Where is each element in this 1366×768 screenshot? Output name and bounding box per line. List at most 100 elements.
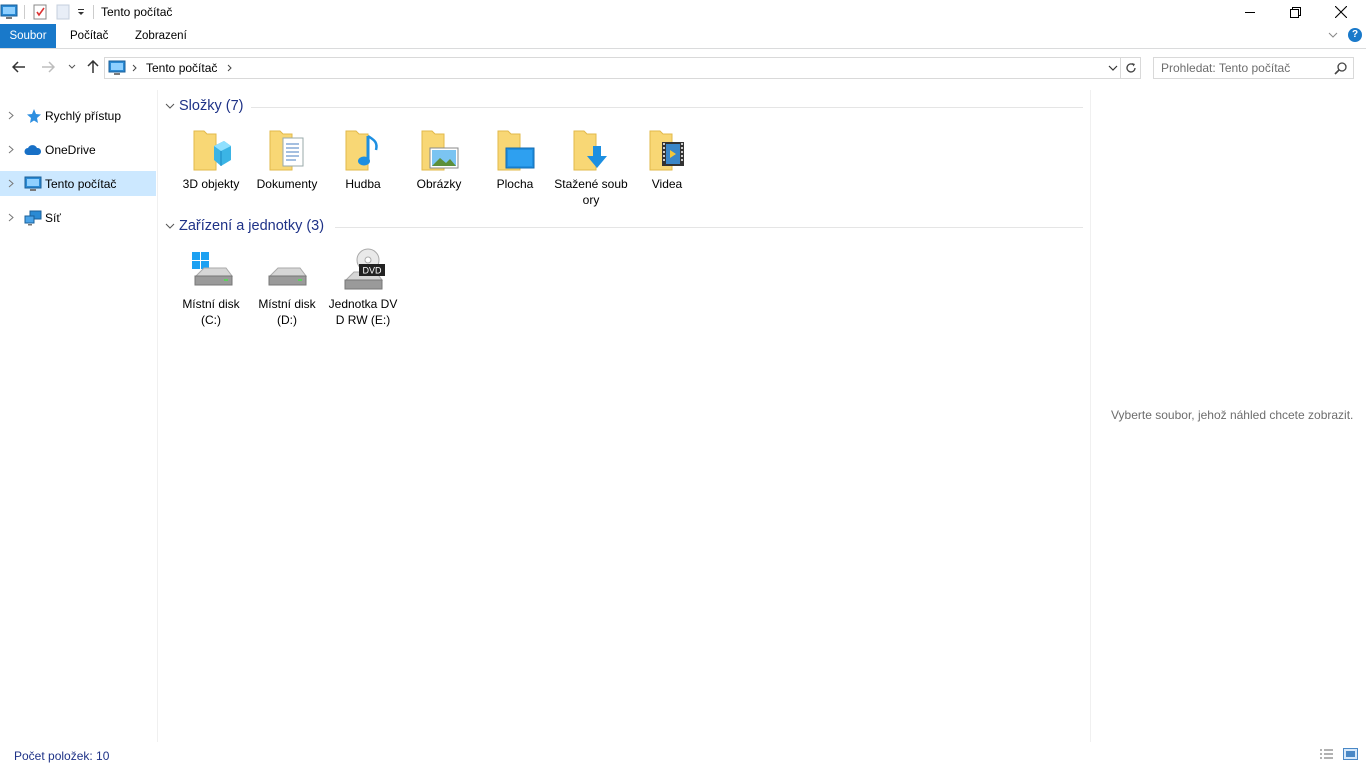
chevron-down-icon: [165, 223, 175, 229]
folder-3d-objects[interactable]: 3D objekty: [173, 126, 249, 192]
details-view-icon[interactable]: [1319, 748, 1334, 760]
drive-label: Místní disk (C:): [182, 297, 240, 327]
dvd-drive-icon: DVD: [325, 246, 401, 296]
search-box: [1153, 57, 1354, 79]
group-title: Složky (7): [179, 98, 244, 114]
group-title: Zařízení a jednotky (3): [179, 218, 325, 234]
sidebar-item-label: Síť: [45, 210, 61, 225]
folder-music[interactable]: Hudba: [325, 126, 401, 192]
address-dropdown-icon[interactable]: [1108, 65, 1118, 72]
drive-label: Místní disk (D:): [258, 297, 316, 327]
folder-pictures[interactable]: Obrázky: [401, 126, 477, 192]
drive-e-dvd[interactable]: DVD Jednotka DVD RW (E:): [325, 246, 401, 328]
chevron-right-icon[interactable]: [0, 213, 22, 222]
refresh-button[interactable]: [1121, 57, 1141, 79]
content-area: Složky (7) 3D objekty Dokumenty Hudba Ob…: [159, 90, 1089, 742]
folder-label: Hudba: [345, 177, 381, 191]
group-header-drives[interactable]: Zařízení a jednotky (3): [165, 216, 324, 236]
chevron-down-icon: [68, 64, 76, 69]
sidebar-item-label: Rychlý přístup: [45, 108, 122, 123]
help-icon[interactable]: ?: [1348, 28, 1362, 42]
expand-ribbon-icon[interactable]: [1328, 32, 1338, 38]
sidebar-item-network[interactable]: Síť: [0, 205, 156, 230]
folder-label: Dokumenty: [256, 177, 318, 191]
chevron-right-icon[interactable]: [0, 111, 22, 120]
folder-desktop[interactable]: Plocha: [477, 126, 553, 192]
sidebar-item-label: Tento počítač: [45, 176, 117, 191]
star-icon: [22, 108, 44, 124]
back-button[interactable]: [9, 57, 29, 77]
close-icon: [1335, 6, 1347, 18]
folder-label: Plocha: [496, 177, 534, 191]
drive-icon: [249, 246, 325, 296]
folder-label: Videa: [651, 177, 683, 191]
system-drive-icon: [173, 246, 249, 296]
tab-computer[interactable]: Počítač: [60, 24, 118, 48]
group-divider: [251, 107, 1083, 108]
tab-file[interactable]: Soubor: [0, 24, 56, 48]
minimize-icon: [1245, 12, 1255, 13]
computer-icon: [108, 60, 126, 75]
folder-label: 3D objekty: [182, 177, 240, 191]
preview-message: Vyberte soubor, jehož náhled chcete zobr…: [1111, 408, 1354, 422]
drive-c[interactable]: Místní disk (C:): [173, 246, 249, 328]
forward-button[interactable]: [38, 57, 58, 77]
search-icon[interactable]: [1334, 61, 1348, 75]
music-folder-icon: [325, 126, 401, 176]
sidebar-item-label: OneDrive: [45, 142, 96, 157]
refresh-icon: [1125, 63, 1136, 73]
network-icon: [22, 210, 44, 226]
status-bar: Počet položek: 10: [0, 744, 1366, 768]
search-input[interactable]: [1154, 58, 1329, 78]
videos-folder-icon: [629, 126, 705, 176]
customize-quick-access-icon[interactable]: [76, 2, 86, 22]
drive-d[interactable]: Místní disk (D:): [249, 246, 325, 328]
minimize-button[interactable]: [1227, 0, 1273, 24]
address-bar[interactable]: Tento počítač: [104, 57, 1121, 79]
folder-downloads[interactable]: Stažené soubory: [553, 126, 629, 208]
downloads-folder-icon: [553, 126, 629, 176]
folder-documents[interactable]: Dokumenty: [249, 126, 325, 192]
chevron-right-icon[interactable]: [227, 64, 233, 72]
chevron-right-icon[interactable]: [132, 64, 138, 72]
sidebar-item-onedrive[interactable]: OneDrive: [0, 137, 156, 162]
up-button[interactable]: [83, 57, 103, 77]
ribbon: Soubor Počítač Zobrazení ?: [0, 24, 1366, 49]
cloud-icon: [22, 144, 44, 156]
computer-icon[interactable]: [0, 2, 18, 22]
group-header-folders[interactable]: Složky (7): [165, 96, 243, 116]
breadcrumb[interactable]: Tento počítač: [146, 61, 217, 75]
desktop-folder-icon: [477, 126, 553, 176]
folder-label: Stažené soubory: [554, 177, 628, 207]
restore-icon: [1289, 6, 1301, 18]
computer-icon: [22, 176, 44, 192]
pictures-folder-icon: [401, 126, 477, 176]
documents-folder-icon: [249, 126, 325, 176]
drive-label: Jednotka DVD RW (E:): [328, 297, 398, 327]
properties-icon[interactable]: [32, 2, 48, 22]
folder-label: Obrázky: [416, 177, 462, 191]
item-count: Počet položek: 10: [14, 749, 110, 763]
sidebar-item-quick-access[interactable]: Rychlý přístup: [0, 103, 156, 128]
folder-videos[interactable]: Videa: [629, 126, 705, 192]
tab-view[interactable]: Zobrazení: [125, 24, 197, 48]
up-arrow-icon: [87, 60, 99, 73]
restore-button[interactable]: [1272, 0, 1318, 24]
group-divider: [335, 227, 1083, 228]
forward-arrow-icon: [42, 61, 55, 73]
preview-pane: Vyberte soubor, jehož náhled chcete zobr…: [1090, 90, 1366, 742]
recent-locations-button[interactable]: [62, 57, 82, 77]
3d-objects-folder-icon: [173, 126, 249, 176]
dvd-badge: DVD: [362, 266, 382, 276]
chevron-right-icon[interactable]: [0, 145, 22, 154]
close-button[interactable]: [1318, 0, 1364, 24]
new-folder-icon[interactable]: [56, 2, 70, 22]
chevron-down-icon: [165, 103, 175, 109]
navigation-pane: Rychlý přístup OneDrive Tento počítač Sí…: [0, 90, 158, 742]
back-arrow-icon: [12, 61, 25, 73]
window-title: Tento počítač: [101, 5, 173, 19]
chevron-right-icon[interactable]: [0, 179, 22, 188]
sidebar-item-this-pc[interactable]: Tento počítač: [0, 171, 156, 196]
large-icons-view-icon[interactable]: [1343, 748, 1358, 760]
title-bar: Tento počítač: [0, 0, 1366, 24]
